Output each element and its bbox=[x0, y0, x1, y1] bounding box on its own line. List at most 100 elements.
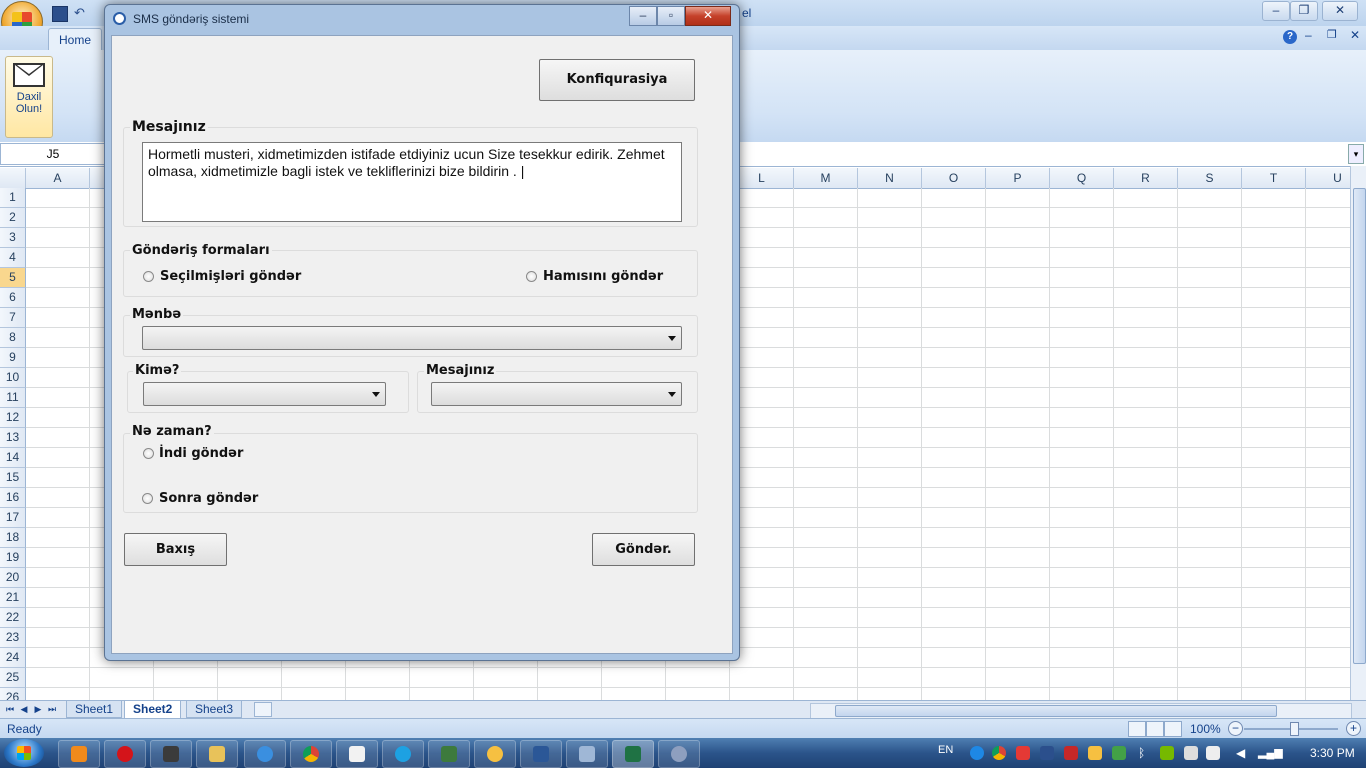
dialog-close-button[interactable]: ✕ bbox=[685, 6, 731, 26]
vertical-scroll-thumb[interactable] bbox=[1353, 188, 1366, 664]
row-header[interactable]: 4 bbox=[0, 248, 26, 268]
row-header[interactable]: 3 bbox=[0, 228, 26, 248]
zoom-slider-knob[interactable] bbox=[1290, 722, 1299, 736]
formula-expand-icon[interactable]: ▾ bbox=[1348, 144, 1364, 164]
dialog-maximize-button[interactable]: ▫ bbox=[657, 6, 685, 26]
excel-minimize-button[interactable]: – bbox=[1262, 1, 1290, 21]
action-center-icon[interactable] bbox=[1206, 746, 1220, 760]
volume-icon[interactable]: ◀ bbox=[1236, 746, 1250, 760]
taskbar-ie[interactable] bbox=[244, 740, 286, 768]
language-indicator[interactable]: EN bbox=[938, 744, 953, 756]
row-header[interactable]: 5 bbox=[0, 268, 26, 288]
row-header[interactable]: 1 bbox=[0, 188, 26, 208]
row-header[interactable]: 8 bbox=[0, 328, 26, 348]
column-header[interactable]: R bbox=[1114, 168, 1178, 189]
send-selected-label[interactable]: Seçilmişləri göndər bbox=[160, 269, 301, 284]
ribbon-close-icon[interactable]: ✕ bbox=[1350, 28, 1360, 42]
column-header[interactable]: U bbox=[1306, 168, 1350, 189]
taskbar-film[interactable] bbox=[150, 740, 192, 768]
signal-icon[interactable]: ▂▄▆ bbox=[1258, 746, 1283, 760]
row-header[interactable]: 6 bbox=[0, 288, 26, 308]
taskbar-excel[interactable] bbox=[612, 740, 654, 768]
normal-view-icon[interactable] bbox=[1128, 721, 1146, 737]
taskbar-app3[interactable] bbox=[658, 740, 700, 768]
usb-icon[interactable] bbox=[1184, 746, 1198, 760]
send-now-label[interactable]: İndi göndər bbox=[159, 446, 243, 461]
row-header[interactable]: 23 bbox=[0, 628, 26, 648]
send-all-radio[interactable] bbox=[526, 271, 537, 282]
column-header[interactable]: A bbox=[26, 168, 90, 189]
column-header[interactable]: O bbox=[922, 168, 986, 189]
column-header[interactable]: M bbox=[794, 168, 858, 189]
tray-pdf-icon[interactable] bbox=[1064, 746, 1078, 760]
zoom-level[interactable]: 100% bbox=[1190, 722, 1221, 736]
nvidia-icon[interactable] bbox=[1160, 746, 1174, 760]
tray-antivirus-icon[interactable] bbox=[1016, 746, 1030, 760]
taskbar-notepad[interactable] bbox=[336, 740, 378, 768]
page-layout-view-icon[interactable] bbox=[1146, 721, 1164, 737]
row-header[interactable]: 21 bbox=[0, 588, 26, 608]
row-header[interactable]: 15 bbox=[0, 468, 26, 488]
tray-green-icon[interactable] bbox=[1112, 746, 1126, 760]
column-header[interactable]: Q bbox=[1050, 168, 1114, 189]
help-icon[interactable]: ? bbox=[1283, 30, 1297, 44]
dialog-title-bar[interactable]: SMS göndəriş sistemi – ▫ ✕ bbox=[105, 5, 739, 33]
row-header[interactable]: 18 bbox=[0, 528, 26, 548]
horizontal-scroll-thumb[interactable] bbox=[835, 705, 1277, 717]
sheet-tab-sheet2[interactable]: Sheet2 bbox=[124, 701, 182, 719]
taskbar-opera[interactable] bbox=[104, 740, 146, 768]
column-header[interactable]: N bbox=[858, 168, 922, 189]
send-later-label[interactable]: Sonra göndər bbox=[159, 491, 258, 506]
taskbar-chrome[interactable] bbox=[290, 740, 332, 768]
excel-restore-button[interactable]: ❐ bbox=[1290, 1, 1318, 21]
vertical-scrollbar[interactable] bbox=[1350, 166, 1366, 700]
row-header[interactable]: 26 bbox=[0, 688, 26, 700]
row-header[interactable]: 2 bbox=[0, 208, 26, 228]
row-header[interactable]: 7 bbox=[0, 308, 26, 328]
daxil-olun-button[interactable]: Daxil Olun! bbox=[5, 56, 53, 138]
row-header[interactable]: 14 bbox=[0, 448, 26, 468]
send-later-radio[interactable] bbox=[142, 493, 153, 504]
taskbar-app[interactable] bbox=[428, 740, 470, 768]
row-header[interactable]: 16 bbox=[0, 488, 26, 508]
send-now-radio[interactable] bbox=[143, 448, 154, 459]
tab-home[interactable]: Home bbox=[48, 28, 102, 51]
row-header[interactable]: 10 bbox=[0, 368, 26, 388]
bluetooth-icon[interactable]: ᛒ bbox=[1138, 746, 1152, 760]
tray-app-icon[interactable] bbox=[970, 746, 984, 760]
row-header[interactable]: 17 bbox=[0, 508, 26, 528]
last-sheet-icon[interactable]: ⏭ bbox=[46, 703, 58, 715]
name-box[interactable]: J5 bbox=[0, 143, 106, 165]
sheet-tab-sheet1[interactable]: Sheet1 bbox=[66, 701, 123, 718]
preview-button[interactable]: Baxış bbox=[124, 533, 227, 566]
message-dropdown[interactable] bbox=[431, 382, 682, 406]
sheet-tab-sheet3[interactable]: Sheet3 bbox=[186, 701, 243, 718]
send-button[interactable]: Göndər. bbox=[592, 533, 695, 566]
zoom-out-icon[interactable]: − bbox=[1228, 721, 1243, 736]
dialog-minimize-button[interactable]: – bbox=[629, 6, 657, 26]
zoom-in-icon[interactable]: + bbox=[1346, 721, 1361, 736]
column-header[interactable]: T bbox=[1242, 168, 1306, 189]
source-dropdown[interactable] bbox=[142, 326, 682, 350]
taskbar-media-player[interactable] bbox=[58, 740, 100, 768]
row-header[interactable]: 9 bbox=[0, 348, 26, 368]
horizontal-scrollbar[interactable] bbox=[810, 703, 1352, 719]
row-header[interactable]: 11 bbox=[0, 388, 26, 408]
page-break-view-icon[interactable] bbox=[1164, 721, 1182, 737]
save-icon[interactable] bbox=[52, 6, 68, 22]
start-button[interactable] bbox=[4, 739, 44, 767]
taskbar-app2[interactable] bbox=[474, 740, 516, 768]
tray-network-app-icon[interactable] bbox=[1040, 746, 1054, 760]
row-header[interactable]: 13 bbox=[0, 428, 26, 448]
clock[interactable]: 3:30 PM bbox=[1310, 746, 1355, 760]
row-header[interactable]: 24 bbox=[0, 648, 26, 668]
taskbar-word[interactable] bbox=[520, 740, 562, 768]
next-sheet-icon[interactable]: ▶ bbox=[32, 703, 44, 715]
tray-chrome-icon[interactable] bbox=[992, 746, 1006, 760]
row-header[interactable]: 25 bbox=[0, 668, 26, 688]
first-sheet-icon[interactable]: ⏮ bbox=[4, 703, 16, 715]
ribbon-restore-icon[interactable]: ❐ bbox=[1327, 28, 1337, 41]
prev-sheet-icon[interactable]: ◀ bbox=[18, 703, 30, 715]
column-header[interactable]: P bbox=[986, 168, 1050, 189]
select-all-corner[interactable] bbox=[0, 168, 26, 189]
